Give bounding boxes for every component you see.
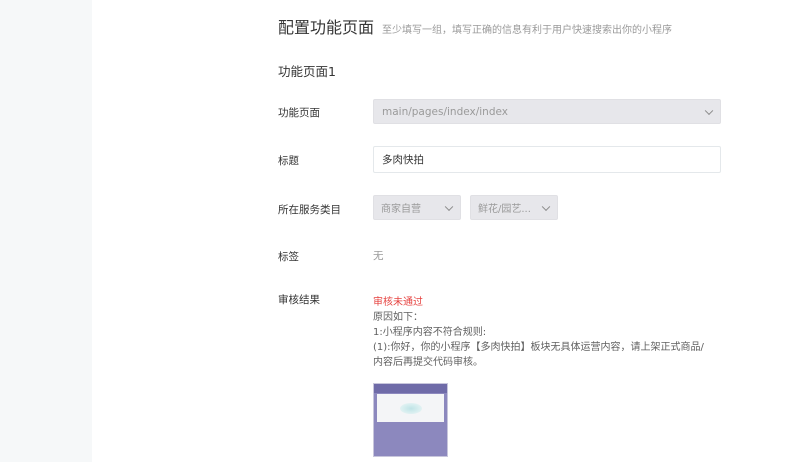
page-field-label: 功能页面 [278,107,320,119]
review-reason-line: 1:小程序内容不符合规则: [373,327,487,338]
category-primary-select[interactable]: 商家自营 [373,195,461,220]
page-select[interactable]: main/pages/index/index [373,99,721,124]
review-status: 审核未通过 [373,297,423,308]
page-title: 配置功能页面 [278,18,375,37]
chevron-down-icon [541,202,551,211]
page-heading: 配置功能页面 至少填写一组，填写正确的信息有利于用户快速搜索出你的小程序 [278,14,672,38]
category-secondary-value: 鲜花/园艺... [478,204,531,215]
review-screenshot-thumbnail[interactable] [373,383,448,457]
review-reason: 原因如下： 1:小程序内容不符合规则: (1):你好，你的小程序【多肉快拍】板块… [373,310,733,370]
chevron-down-icon [444,202,454,211]
tags-field-label: 标签 [278,251,299,263]
review-field-label: 审核结果 [278,294,320,306]
review-reason-line: 原因如下： [373,312,423,323]
review-reason-line: (1):你好，你的小程序【多肉快拍】板块无具体运营内容，请上架正式商品/ [373,342,704,353]
thumbnail-image [400,403,422,414]
category-primary-value: 商家自营 [381,204,421,215]
section-title: 功能页面1 [278,64,336,79]
page-hint: 至少填写一组，填写正确的信息有利于用户快速搜索出你的小程序 [382,25,673,36]
category-field-label: 所在服务类目 [278,204,341,216]
review-reason-line: 内容后再提交代码审核。 [373,357,483,368]
title-input[interactable] [373,146,721,173]
page-select-value: main/pages/index/index [382,105,508,118]
tags-value: 无 [373,250,384,262]
category-secondary-select[interactable]: 鲜花/园艺... [470,195,558,220]
thumbnail-header-bar [374,384,447,393]
title-field-label: 标题 [278,155,299,167]
main-content: 配置功能页面 至少填写一组，填写正确的信息有利于用户快速搜索出你的小程序 功能页… [92,0,800,462]
left-sidebar [0,0,92,462]
chevron-down-icon [704,106,714,115]
